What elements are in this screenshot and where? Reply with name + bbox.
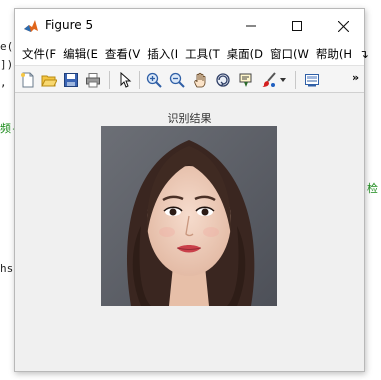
save-button[interactable] <box>62 71 80 89</box>
figure-toolbar: » <box>15 65 364 93</box>
open-file-button[interactable] <box>40 71 58 89</box>
print-button[interactable] <box>84 71 102 89</box>
brush-button[interactable] <box>260 71 278 89</box>
zoom-in-button[interactable] <box>145 71 163 89</box>
figure-canvas: 识别结果 <box>15 94 364 371</box>
toolbar-overflow-button[interactable]: » <box>352 71 359 84</box>
menu-tools[interactable]: 工具(T <box>185 46 220 62</box>
pan-button[interactable] <box>191 71 209 89</box>
zoom-out-button[interactable] <box>168 71 186 89</box>
close-button[interactable] <box>320 9 366 43</box>
maximize-icon <box>292 21 302 31</box>
new-figure-icon <box>21 72 34 88</box>
print-icon <box>86 73 100 88</box>
editor-line-6: 检 <box>367 182 378 195</box>
result-image <box>101 126 277 306</box>
menu-help[interactable]: 帮助(H <box>316 46 352 62</box>
data-cursor-icon <box>239 73 252 87</box>
menu-overflow-arrow[interactable]: ↴ <box>359 47 369 61</box>
menu-file[interactable]: 文件(F <box>22 46 56 62</box>
toolbar-separator <box>139 71 140 89</box>
new-figure-button[interactable] <box>19 71 37 89</box>
axes-title: 识别结果 <box>167 112 212 125</box>
toolbar-separator <box>295 71 296 89</box>
menu-desktop[interactable]: 桌面(D <box>227 46 263 62</box>
pointer-button[interactable] <box>116 71 134 89</box>
minimize-button[interactable] <box>228 9 274 43</box>
brush-dropdown-button[interactable] <box>278 71 288 89</box>
brush-dropdown-icon <box>280 78 286 82</box>
save-icon <box>64 73 78 87</box>
maximize-button[interactable] <box>274 9 320 43</box>
editor-line-3: , <box>0 76 7 89</box>
data-cursor-button[interactable] <box>237 71 255 89</box>
pointer-icon <box>120 72 132 88</box>
link-plot-icon <box>305 74 319 87</box>
editor-line-1: e( <box>0 40 14 53</box>
zoom-in-icon <box>146 72 162 88</box>
title-bar[interactable]: Figure 5 <box>15 9 364 43</box>
rotate-3d-button[interactable] <box>214 71 232 89</box>
matlab-logo-icon <box>23 18 39 34</box>
window-title: Figure 5 <box>45 18 94 32</box>
brush-icon <box>262 72 276 87</box>
toolbar-separator <box>109 71 110 89</box>
open-file-icon <box>41 75 57 87</box>
zoom-out-icon <box>169 72 185 88</box>
face-photo <box>101 126 277 306</box>
link-plot-button[interactable] <box>303 71 321 89</box>
pan-hand-icon <box>194 72 206 88</box>
menu-view[interactable]: 查看(V <box>105 46 140 62</box>
menu-window[interactable]: 窗口(W <box>270 46 309 62</box>
rotate-3d-icon <box>216 73 230 87</box>
menu-edit[interactable]: 编辑(E <box>63 46 98 62</box>
minimize-icon <box>246 25 256 27</box>
menu-bar: 文件(F 编辑(E 查看(V 插入(I 工具(T 桌面(D 窗口(W 帮助(H … <box>15 43 369 65</box>
close-icon <box>337 20 349 32</box>
figure-window: Figure 5 文件(F 编辑(E 查看(V 插入(I 工具(T 桌面(D 窗… <box>14 8 369 372</box>
editor-line-5: hs <box>0 262 14 275</box>
menu-insert[interactable]: 插入(I <box>147 46 178 62</box>
